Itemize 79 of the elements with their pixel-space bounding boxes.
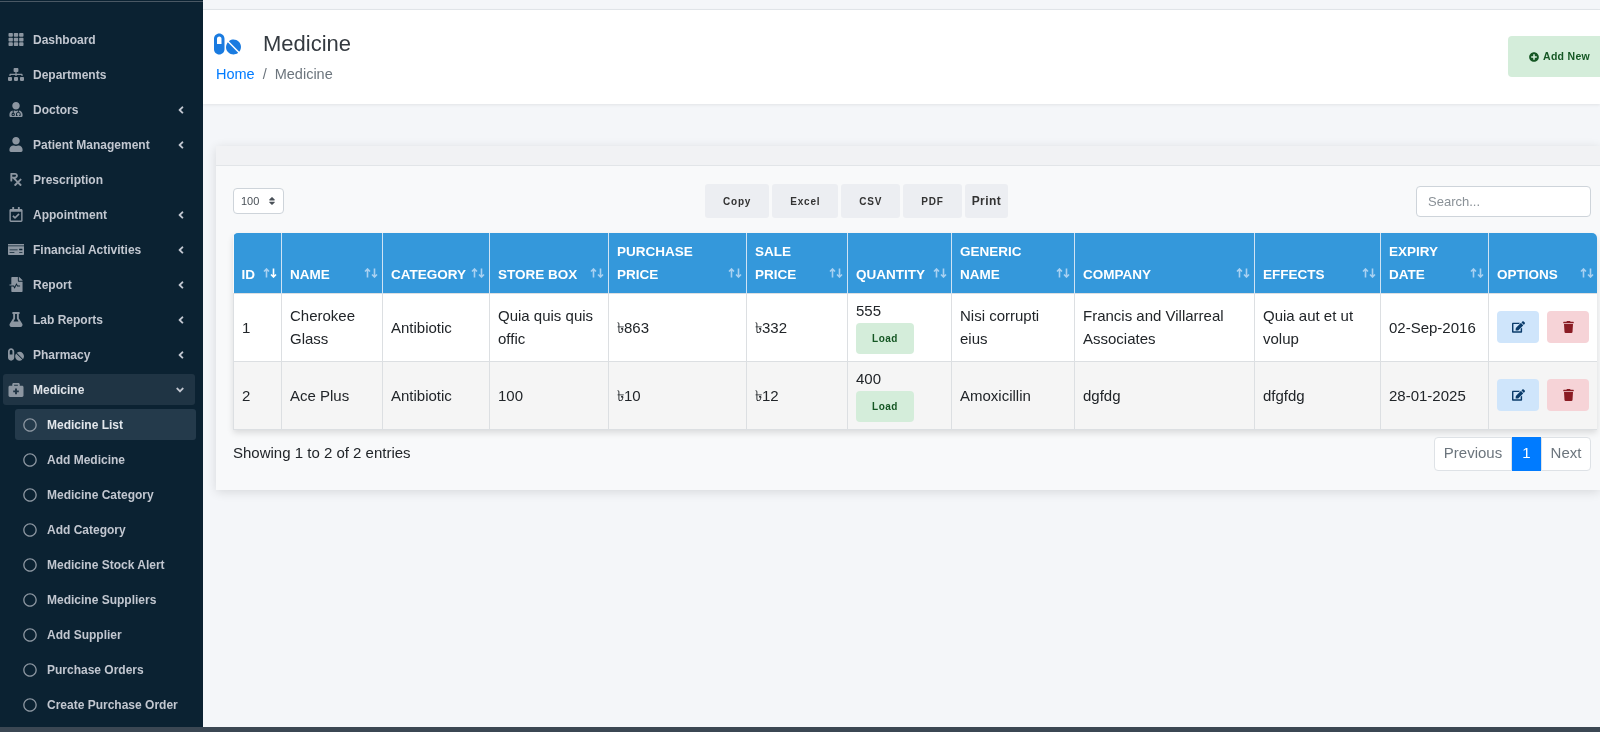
table-cell: ৳332: [746, 293, 848, 361]
medical-kit-icon: [8, 382, 24, 397]
table-cell: ৳12: [746, 361, 848, 429]
table-cell: Nisi corrupti eius: [951, 293, 1075, 361]
table-cell: ৳863: [608, 293, 747, 361]
export-button[interactable]: Print: [964, 184, 1009, 218]
export-button[interactable]: CSV: [841, 184, 901, 218]
table-info: Showing 1 to 2 of 2 entries: [233, 443, 411, 464]
add-new-button[interactable]: Add New: [1508, 36, 1600, 77]
export-button[interactable]: Excel: [772, 184, 839, 218]
table-cell: 28-01-2025: [1380, 361, 1489, 429]
calendar-check-icon: [8, 207, 24, 222]
grid-icon: [8, 32, 24, 47]
table-cell: 1: [233, 293, 282, 361]
updown-icon: [268, 196, 277, 206]
table-cell: Antibiotic: [382, 361, 490, 429]
sidebar-item[interactable]: Report: [3, 269, 195, 300]
flask-icon: [8, 312, 24, 327]
sidebar-item[interactable]: Appointment: [3, 199, 195, 230]
pills-icon: [8, 347, 24, 362]
edit-icon: [1511, 321, 1525, 333]
load-button[interactable]: Load: [856, 322, 914, 354]
sidebar-subitem[interactable]: Purchase Orders: [15, 654, 196, 685]
table-cell: Cherokee Glass: [281, 293, 383, 361]
table-cell: Antibiotic: [382, 293, 490, 361]
delete-button[interactable]: [1547, 311, 1589, 343]
sidebar-item[interactable]: Medicine: [3, 374, 195, 405]
sidebar-item[interactable]: Departments: [3, 59, 195, 90]
sidebar-item[interactable]: Dashboard: [3, 24, 195, 55]
sidebar-item[interactable]: Prescription: [3, 164, 195, 195]
sidebar-item[interactable]: Financial Activities: [3, 234, 195, 265]
doctor-icon: [8, 102, 24, 117]
hierarchy-icon: [8, 67, 24, 82]
breadcrumb-current: Medicine: [274, 65, 333, 84]
table-cell: dfgfdg: [1254, 361, 1381, 429]
quantity-text: 400: [856, 368, 882, 389]
user-icon: [8, 137, 24, 152]
prescription-icon: [8, 172, 24, 187]
sidebar-subitem[interactable]: Add Category: [15, 514, 196, 545]
sidebar-item[interactable]: Doctors: [3, 94, 195, 125]
medical-file-icon: [8, 277, 24, 292]
edit-button[interactable]: [1497, 311, 1539, 343]
sidebar-subitem[interactable]: Medicine Stock Alert: [15, 549, 196, 580]
table-cell: Quia quis quis offic: [489, 293, 609, 361]
sidebar-item[interactable]: Pharmacy: [3, 339, 195, 370]
table-cell: Ace Plus: [281, 361, 383, 429]
table-cell: ৳10: [608, 361, 747, 429]
page-button[interactable]: 1: [1512, 436, 1541, 471]
table-cell: Amoxicillin: [951, 361, 1075, 429]
sidebar-subitem[interactable]: Create Purchase Order: [15, 689, 196, 720]
table-cell: 02-Sep-2016: [1380, 293, 1489, 361]
table-cell: Francis and Villarreal Associates: [1074, 293, 1255, 361]
breadcrumb-link[interactable]: Home: [216, 64, 255, 84]
trash-icon: [1562, 389, 1574, 401]
edit-button[interactable]: [1497, 379, 1539, 411]
page-title: Medicine: [263, 30, 352, 58]
quantity-text: 555: [856, 300, 882, 321]
edit-icon: [1511, 389, 1525, 401]
search-field[interactable]: Search...: [1416, 185, 1591, 217]
sidebar-subitem[interactable]: Add Supplier: [15, 619, 196, 650]
sidebar-item[interactable]: Patient Management: [3, 129, 195, 160]
breadcrumb-separator: /: [261, 65, 268, 84]
table-cell: 100: [489, 361, 609, 429]
export-button[interactable]: PDF: [903, 184, 962, 218]
pills-icon: [213, 32, 242, 56]
export-button[interactable]: Copy: [705, 184, 770, 218]
sidebar-subitem[interactable]: Add Medicine: [15, 444, 196, 475]
sidebar-item[interactable]: Lab Reports: [3, 304, 195, 335]
card-icon: [8, 242, 24, 257]
table-cell: 2: [233, 361, 282, 429]
sidebar-subitem[interactable]: Medicine Suppliers: [15, 584, 196, 615]
sidebar-subitem[interactable]: Medicine List: [15, 409, 196, 440]
load-button[interactable]: Load: [856, 390, 914, 422]
page-length-select[interactable]: 100: [233, 188, 284, 214]
delete-button[interactable]: [1547, 379, 1589, 411]
table-cell: Quia aut et ut volup: [1254, 293, 1381, 361]
table-cell: dgfdg: [1074, 361, 1255, 429]
sidebar-subitem[interactable]: Medicine Category: [15, 479, 196, 510]
trash-icon: [1562, 321, 1574, 333]
